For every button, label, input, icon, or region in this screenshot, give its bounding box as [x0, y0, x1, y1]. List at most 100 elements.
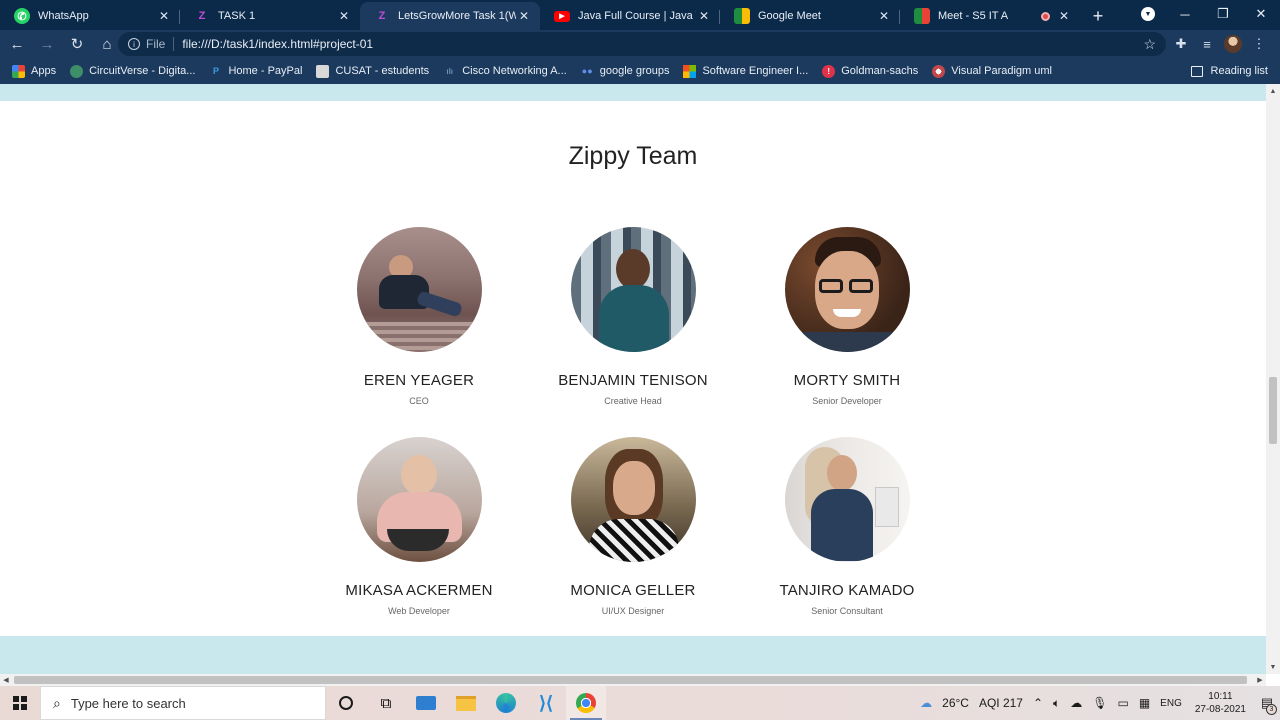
close-icon[interactable]: ✕ — [876, 8, 892, 24]
chevron-up-icon[interactable]: ⌃ — [1033, 696, 1043, 710]
horizontal-scrollbar[interactable]: ◀ ▶ — [0, 674, 1266, 686]
restore-icon[interactable]: ❐ — [1204, 6, 1242, 22]
bookmark-label: Cisco Networking A... — [462, 65, 567, 77]
bookmark-paypal[interactable]: P Home - PayPal — [209, 65, 303, 78]
minimize-icon[interactable]: ─ — [1166, 7, 1204, 22]
cisco-icon: ılı — [446, 66, 454, 76]
search-icon: ⌕ — [53, 694, 61, 711]
home-icon[interactable]: ⌂ — [94, 31, 120, 57]
member-name: MONICA GELLER — [570, 582, 696, 599]
bookmark-software-engineer[interactable]: Software Engineer I... — [683, 64, 809, 78]
onedrive-icon[interactable]: ☁ — [1070, 696, 1082, 710]
forward-arrow-icon[interactable]: → — [34, 31, 60, 57]
network-icon[interactable]: ▦ — [1139, 696, 1150, 710]
close-icon[interactable]: ✕ — [516, 8, 532, 24]
bookmark-cusat[interactable]: CUSAT - estudents — [316, 64, 429, 78]
battery-icon[interactable]: ▭ — [1117, 696, 1128, 710]
apps-grid-icon — [12, 64, 25, 78]
cortana-icon — [339, 696, 353, 710]
bookmark-visual-paradigm[interactable]: Visual Paradigm uml — [932, 64, 1052, 78]
paypal-icon: P — [212, 66, 219, 76]
member-photo — [356, 227, 482, 352]
taskbar-search[interactable]: ⌕ Type here to search — [40, 686, 326, 720]
bookmark-circuitverse[interactable]: CircuitVerse - Digita... — [70, 64, 195, 78]
address-bar[interactable]: i File file:///D:/task1/index.html#proje… — [118, 32, 1166, 56]
reading-list-button[interactable]: Reading list — [1190, 58, 1268, 84]
window-controls: ─ ❐ ✕ — [1166, 0, 1280, 28]
cortana-button[interactable] — [326, 686, 366, 720]
taskbar-chrome[interactable] — [566, 686, 606, 720]
close-icon[interactable]: ✕ — [1056, 8, 1072, 24]
bookmark-label: Visual Paradigm uml — [951, 65, 1052, 77]
toolbar-actions: ✚ ≡ ⋮ — [1168, 32, 1272, 56]
scroll-down-icon[interactable]: ▼ — [1266, 660, 1280, 674]
tab-title: Meet - S5 IT A — [938, 10, 1009, 22]
bookmark-cisco[interactable]: ılı Cisco Networking A... — [443, 65, 567, 78]
bookmark-star-icon[interactable]: ☆ — [1143, 36, 1156, 53]
scroll-left-icon[interactable]: ◀ — [0, 674, 12, 686]
notification-button[interactable]: ▤ 3 — [1254, 686, 1280, 720]
url-text[interactable]: file:///D:/task1/index.html#project-01 — [182, 37, 373, 51]
section-title: Zippy Team — [568, 142, 698, 170]
microphone-icon[interactable]: 🎙︎ — [1092, 696, 1107, 710]
tab-task-1[interactable]: Z TASK 1 ✕ — [180, 2, 360, 30]
menu-kebab-icon[interactable]: ⋮ — [1246, 36, 1272, 52]
tab-title: TASK 1 — [218, 10, 256, 22]
tab-letsgrowmore[interactable]: Z LetsGrowMore Task 1(Web Dev) ✕ — [360, 2, 540, 30]
language-indicator[interactable]: ENG — [1160, 698, 1182, 709]
close-window-icon[interactable]: ✕ — [1242, 6, 1280, 22]
scroll-thumb[interactable] — [1269, 377, 1277, 444]
member-photo — [784, 227, 910, 352]
tab-google-meet[interactable]: Google Meet ✕ — [720, 2, 900, 30]
media-control-icon[interactable]: ≡ — [1194, 37, 1220, 52]
clock[interactable]: 10:11 27-08-2021 — [1195, 690, 1246, 716]
bookmark-label: Apps — [31, 65, 57, 77]
taskbar-mail[interactable] — [406, 686, 446, 720]
bookmark-goldman-sachs[interactable]: ! Goldman-sachs — [822, 64, 918, 78]
start-button[interactable] — [0, 686, 40, 720]
close-icon[interactable]: ✕ — [336, 8, 352, 24]
volume-icon[interactable]: 🔈︎ — [1053, 696, 1060, 711]
whatsapp-icon: ✆ — [14, 8, 30, 24]
close-icon[interactable]: ✕ — [696, 8, 712, 24]
tab-java-course[interactable]: ▶ Java Full Course | Java Tutorial ✕ — [540, 2, 720, 30]
z-icon: Z — [378, 10, 386, 22]
scroll-right-icon[interactable]: ▶ — [1254, 674, 1266, 686]
task-view-icon: ⧉ — [380, 694, 392, 712]
z-icon: Z — [198, 10, 206, 22]
back-arrow-icon[interactable]: ← — [4, 31, 30, 57]
groups-icon: ●● — [581, 66, 593, 76]
tab-title: LetsGrowMore Task 1(Web Dev) — [398, 10, 516, 22]
taskbar-vscode[interactable]: ⟩⟨ — [526, 686, 566, 720]
tab-search-icon[interactable]: ▼ — [1141, 7, 1155, 21]
goldman-icon: ! — [822, 64, 836, 78]
vscode-icon: ⟩⟨ — [538, 692, 554, 713]
info-icon[interactable]: i — [128, 38, 140, 50]
tab-title: WhatsApp — [38, 10, 89, 22]
task-view-button[interactable]: ⧉ — [366, 686, 406, 720]
team-member-card: MIKASA ACKERMEN Web Developer — [319, 437, 519, 616]
reload-icon[interactable]: ↻ — [64, 31, 90, 57]
windows-taskbar: ⌕ Type here to search ⧉ ⟩⟨ ☁ 26°C AQI 21… — [0, 686, 1280, 720]
close-icon[interactable]: ✕ — [156, 8, 172, 24]
tab-meet-s5[interactable]: Meet - S5 IT A ✕ — [900, 2, 1080, 30]
weather-temp[interactable]: 26°C — [942, 696, 969, 710]
member-role: Web Developer — [388, 606, 450, 616]
taskbar-edge[interactable] — [486, 686, 526, 720]
tab-title: Java Full Course | Java Tutorial — [578, 10, 696, 22]
bookmark-google-groups[interactable]: ●● google groups — [581, 65, 670, 78]
url-separator — [173, 37, 175, 51]
vertical-scrollbar[interactable]: ▲ ▼ — [1266, 84, 1280, 674]
member-name: EREN YEAGER — [363, 372, 475, 389]
bookmark-label: Software Engineer I... — [702, 65, 809, 77]
tab-whatsapp[interactable]: ✆ WhatsApp ✕ — [0, 2, 180, 30]
scroll-thumb[interactable] — [14, 676, 1247, 684]
weather-aqi[interactable]: AQI 217 — [979, 696, 1023, 710]
scroll-up-icon[interactable]: ▲ — [1266, 84, 1280, 98]
new-tab-button[interactable]: + — [1084, 2, 1112, 30]
previous-section-band — [0, 84, 1266, 101]
extensions-icon[interactable]: ✚ — [1168, 36, 1194, 52]
taskbar-file-explorer[interactable] — [446, 686, 486, 720]
bookmark-apps[interactable]: Apps — [12, 64, 57, 78]
profile-avatar[interactable] — [1224, 35, 1242, 53]
